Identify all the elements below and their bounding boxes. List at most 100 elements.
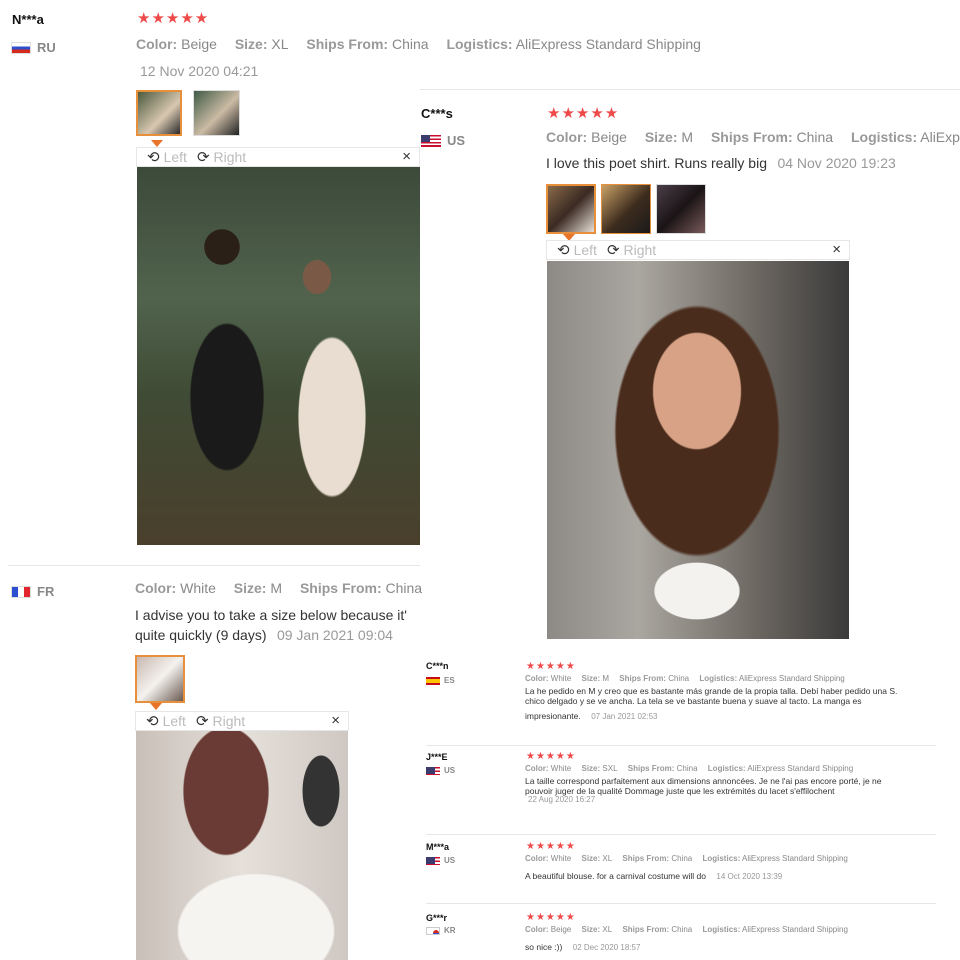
- us-flag-icon: [426, 856, 440, 865]
- reviewer-country: US: [426, 766, 455, 775]
- us-flag-icon: [426, 766, 440, 775]
- review-text: La he pedido en M y creo que es bastante…: [525, 686, 898, 696]
- review-photo[interactable]: [137, 167, 420, 545]
- reviewer-country: ES: [426, 676, 455, 685]
- logistics-value: AliExpress Standard Shipping: [515, 36, 701, 52]
- ships-label: Ships From:: [627, 764, 675, 773]
- color-value: Beige: [550, 925, 572, 934]
- rotate-left-button[interactable]: ⟲ Left: [557, 242, 597, 258]
- ships-label: Ships From:: [306, 36, 389, 52]
- rotate-right-button[interactable]: ⟳ Right: [197, 149, 246, 165]
- close-icon[interactable]: ×: [832, 241, 841, 259]
- review-thumbnail[interactable]: [193, 90, 240, 136]
- rotate-left-icon: ⟲: [147, 148, 160, 166]
- size-label: Size:: [581, 764, 601, 773]
- review-thumbnail[interactable]: [601, 184, 651, 234]
- color-label: Color:: [525, 764, 549, 773]
- review-divider: [426, 745, 936, 746]
- review-attributes: Color: Beige Size: M Ships From: China L…: [546, 129, 960, 145]
- review-attributes: Color: White Size: XL Ships From: China …: [525, 854, 935, 863]
- logistics-value: AliExpress Standard Shipping: [742, 925, 848, 934]
- review-date: 22 Aug 2020 16:27: [528, 795, 596, 804]
- review-thumbnail[interactable]: [546, 184, 596, 234]
- image-viewer-toolbar: ⟲ Left ⟳ Right ×: [135, 711, 349, 731]
- rotate-right-label: Right: [212, 713, 246, 729]
- size-label: Size:: [581, 674, 601, 683]
- rotate-right-button[interactable]: ⟳ Right: [196, 713, 245, 729]
- logistics-label: Logistics:: [707, 764, 746, 773]
- image-viewer-toolbar: ⟲ Left ⟳ Right ×: [136, 147, 420, 167]
- country-code: US: [444, 856, 456, 865]
- ships-label: Ships From:: [622, 854, 670, 863]
- rotate-right-button[interactable]: ⟳ Right: [607, 242, 656, 258]
- color-label: Color:: [525, 674, 549, 683]
- size-label: Size:: [234, 36, 268, 52]
- logistics-value: AliExpress Standard Shipping: [920, 129, 960, 145]
- review-text: so nice :)): [525, 942, 563, 952]
- logistics-label: Logistics:: [446, 36, 513, 52]
- country-code: US: [447, 133, 466, 148]
- review-text: I love this poet shirt. Runs really big: [546, 155, 767, 171]
- color-label: Color:: [525, 925, 549, 934]
- rating-stars: ★★★★★: [526, 841, 576, 852]
- ships-value: China: [391, 36, 429, 52]
- size-value: M: [681, 129, 694, 145]
- review-attributes: Color: Beige Size: XL Ships From: China …: [136, 36, 715, 52]
- review-thumbnail[interactable]: [135, 655, 185, 703]
- review-text: impresionante.: [525, 711, 581, 721]
- ships-value: China: [796, 129, 834, 145]
- rotate-left-button[interactable]: ⟲ Left: [146, 713, 186, 729]
- review-attributes: Color: White Size: M Ships From: China: [135, 580, 436, 596]
- ships-value: China: [676, 764, 698, 773]
- color-label: Color:: [525, 854, 549, 863]
- size-label: Size:: [233, 580, 267, 596]
- close-icon[interactable]: ×: [402, 148, 411, 166]
- rotate-left-label: Left: [162, 713, 186, 729]
- ships-label: Ships From:: [619, 674, 666, 683]
- review-body: quite quickly (9 days) 09 Jan 2021 09:04: [135, 627, 393, 645]
- size-label: Size:: [581, 925, 601, 934]
- review-text: La taille correspond parfaitement aux di…: [525, 776, 882, 786]
- logistics-value: AliExpress Standard Shipping: [747, 764, 854, 773]
- image-viewer-toolbar: ⟲ Left ⟳ Right ×: [546, 240, 850, 260]
- review-card: C***s US ★★★★★ Color: Beige Size: M Ship…: [420, 90, 960, 650]
- review-photo[interactable]: [547, 261, 849, 639]
- us-flag-icon: [421, 134, 441, 147]
- review-divider: [426, 903, 936, 904]
- rotate-left-button[interactable]: ⟲ Left: [147, 149, 187, 165]
- reviewer-name: J***E: [426, 752, 448, 762]
- size-value: XL: [602, 854, 613, 863]
- color-value: Beige: [591, 129, 627, 145]
- rating-stars: ★★★★★: [137, 10, 210, 27]
- rotate-right-icon: ⟳: [195, 712, 209, 730]
- country-code: RU: [37, 40, 56, 55]
- review-text: chico delgado y se ve ancha. La tela se …: [525, 696, 862, 706]
- logistics-value: AliExpress Standard Shipping: [742, 854, 848, 863]
- reviewer-country: US: [426, 856, 455, 865]
- review-thumbnail[interactable]: [136, 90, 182, 136]
- review-thumbnail[interactable]: [656, 184, 706, 234]
- review-attributes: Color: White Size: SXL Ships From: China…: [525, 764, 935, 773]
- thumbnail-pointer: [150, 703, 162, 710]
- close-icon[interactable]: ×: [331, 712, 340, 730]
- size-value: SXL: [602, 764, 618, 773]
- reviewer-country: US: [421, 133, 465, 148]
- review-body: A beautiful blouse. for a carnival costu…: [525, 866, 782, 884]
- review-date: 09 Jan 2021 09:04: [276, 627, 393, 643]
- logistics-label: Logistics:: [699, 674, 738, 683]
- review-date: 04 Nov 2020 19:23: [777, 155, 896, 171]
- reviewer-name: M***a: [426, 842, 450, 852]
- reviewer-name: G***r: [426, 913, 448, 923]
- reviewer-country: RU: [11, 40, 56, 55]
- rotate-right-label: Right: [623, 242, 657, 258]
- review-photo[interactable]: [136, 731, 348, 960]
- reviewer-name: N***a: [12, 12, 44, 27]
- country-code: US: [444, 766, 456, 775]
- review-date: 12 Nov 2020 04:21: [140, 63, 259, 79]
- rating-stars: ★★★★★: [526, 661, 576, 672]
- size-value: M: [602, 674, 610, 683]
- review-date: 07 Jan 2021 02:53: [591, 712, 658, 721]
- logistics-label: Logistics:: [851, 129, 918, 145]
- review-body: I love this poet shirt. Runs really big …: [546, 155, 896, 173]
- color-value: White: [550, 854, 572, 863]
